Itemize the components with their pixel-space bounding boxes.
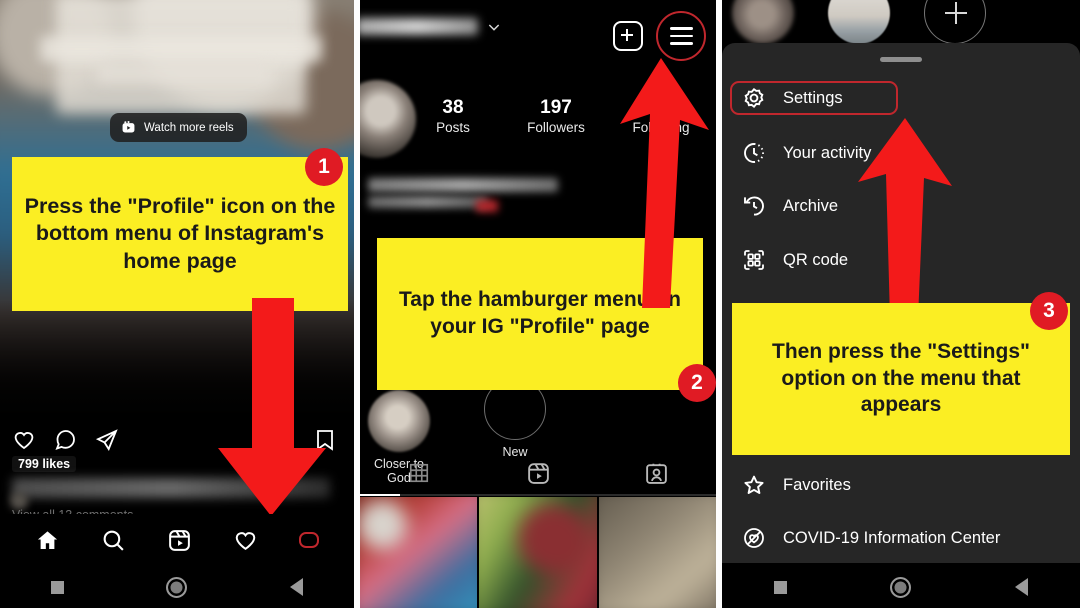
tab-tagged[interactable]	[597, 452, 716, 494]
stat-posts[interactable]: 38 Posts	[412, 96, 494, 135]
callout-step-1: Press the "Profile" icon on the bottom m…	[12, 157, 348, 311]
profile-bio-accent-blurred	[476, 200, 498, 212]
panel-instagram-profile: 38 Posts 197 Followers Following Closer …	[360, 0, 716, 608]
covid-heart-icon	[744, 528, 764, 548]
panel-instagram-home: Watch more reels Press the "Profile" ico…	[0, 0, 354, 608]
back-button[interactable]	[1015, 578, 1029, 596]
like-count: 799 likes	[12, 456, 77, 472]
reels-icon[interactable]	[167, 528, 192, 553]
watch-more-reels-pill[interactable]: Watch more reels	[110, 113, 247, 142]
share-icon[interactable]	[94, 428, 118, 452]
step-badge-3-number: 3	[1043, 299, 1055, 322]
profile-bio-blurred	[368, 196, 488, 208]
android-system-bar	[0, 566, 354, 608]
menu-item-label: QR code	[783, 250, 849, 269]
story-highlights-row	[722, 0, 1080, 46]
menu-item-label: Favorites	[783, 475, 851, 494]
stat-followers-value: 197	[540, 97, 572, 118]
comment-icon[interactable]	[53, 428, 77, 452]
star-icon	[744, 475, 764, 494]
step-badge-1: 1	[305, 148, 343, 186]
profile-tab-highlight-box[interactable]	[299, 532, 320, 548]
activity-clock-icon	[744, 143, 764, 163]
grid-thumbnail[interactable]	[598, 497, 716, 608]
sheet-drag-handle[interactable]	[880, 57, 922, 62]
bottom-nav-bar	[0, 514, 354, 566]
callout-step-1-text: Press the "Profile" icon on the bottom m…	[24, 193, 336, 273]
recent-apps-button[interactable]	[773, 580, 787, 594]
step-badge-2-number: 2	[691, 371, 703, 394]
home-button[interactable]	[166, 576, 188, 598]
menu-item-label: Archive	[783, 196, 839, 215]
story-circle[interactable]	[732, 0, 794, 44]
hamburger-icon[interactable]	[656, 11, 706, 61]
profile-tab-row	[360, 452, 716, 494]
tagged-icon	[646, 463, 667, 484]
android-system-bar	[722, 566, 1080, 608]
step-badge-2: 2	[678, 364, 716, 402]
step-badge-3: 3	[1030, 292, 1068, 330]
plus-box-icon[interactable]	[613, 21, 643, 51]
add-story-circle[interactable]	[924, 0, 986, 44]
heart-icon[interactable]	[12, 428, 36, 452]
grid-icon	[410, 463, 429, 483]
grid-thumbnail[interactable]	[360, 497, 478, 608]
callout-step-3-text: Then press the "Settings" option on the …	[772, 339, 1030, 417]
menu-item-settings[interactable]: Settings	[722, 72, 1080, 124]
username-blurred	[360, 18, 478, 35]
stat-posts-label: Posts	[436, 119, 470, 135]
reels-icon	[527, 462, 549, 484]
stat-followers-label: Followers	[527, 119, 585, 135]
story-circle[interactable]	[828, 0, 890, 44]
profile-display-name-blurred	[368, 178, 558, 192]
arrow-up-to-hamburger	[620, 58, 709, 308]
menu-item-favorites[interactable]: Favorites	[722, 459, 1080, 511]
home-button[interactable]	[890, 576, 912, 598]
arrow-up-to-settings	[858, 118, 952, 318]
reels-icon	[122, 120, 135, 133]
callout-step-3: Then press the "Settings" option on the …	[732, 303, 1070, 455]
tutorial-screenshot-strip: Watch more reels Press the "Profile" ico…	[0, 0, 1080, 608]
menu-item-covid-information-center[interactable]: COVID-19 Information Center	[722, 512, 1080, 564]
home-icon[interactable]	[35, 528, 60, 553]
profile-header-actions	[613, 11, 706, 61]
chevron-down-icon[interactable]	[486, 19, 502, 35]
tab-reels[interactable]	[479, 452, 598, 494]
profile-photo-grid	[360, 497, 716, 608]
gear-icon	[744, 88, 764, 109]
tab-grid[interactable]	[360, 452, 479, 494]
recent-apps-button[interactable]	[51, 580, 65, 594]
heart-icon[interactable]	[233, 528, 258, 553]
archive-clock-icon	[744, 196, 764, 216]
profile-username-header[interactable]	[360, 18, 502, 35]
step-badge-1-number: 1	[318, 155, 330, 178]
story-highlight-new[interactable]: New	[484, 378, 546, 459]
stat-posts-value: 38	[442, 97, 464, 118]
menu-item-label: COVID-19 Information Center	[783, 528, 1001, 547]
qr-code-icon	[744, 250, 764, 270]
panel-instagram-menu: Settings Your activity Archive QR code F…	[722, 0, 1080, 608]
profile-avatar[interactable]	[360, 80, 416, 158]
profile-tab-underline	[360, 494, 716, 496]
stat-followers[interactable]: 197 Followers	[510, 96, 602, 135]
watch-more-reels-label: Watch more reels	[144, 121, 234, 134]
menu-item-label: Settings	[783, 88, 843, 107]
search-icon[interactable]	[101, 528, 126, 553]
arrow-down-to-profile	[218, 298, 326, 516]
back-button[interactable]	[289, 578, 303, 596]
grid-thumbnail[interactable]	[479, 497, 597, 608]
